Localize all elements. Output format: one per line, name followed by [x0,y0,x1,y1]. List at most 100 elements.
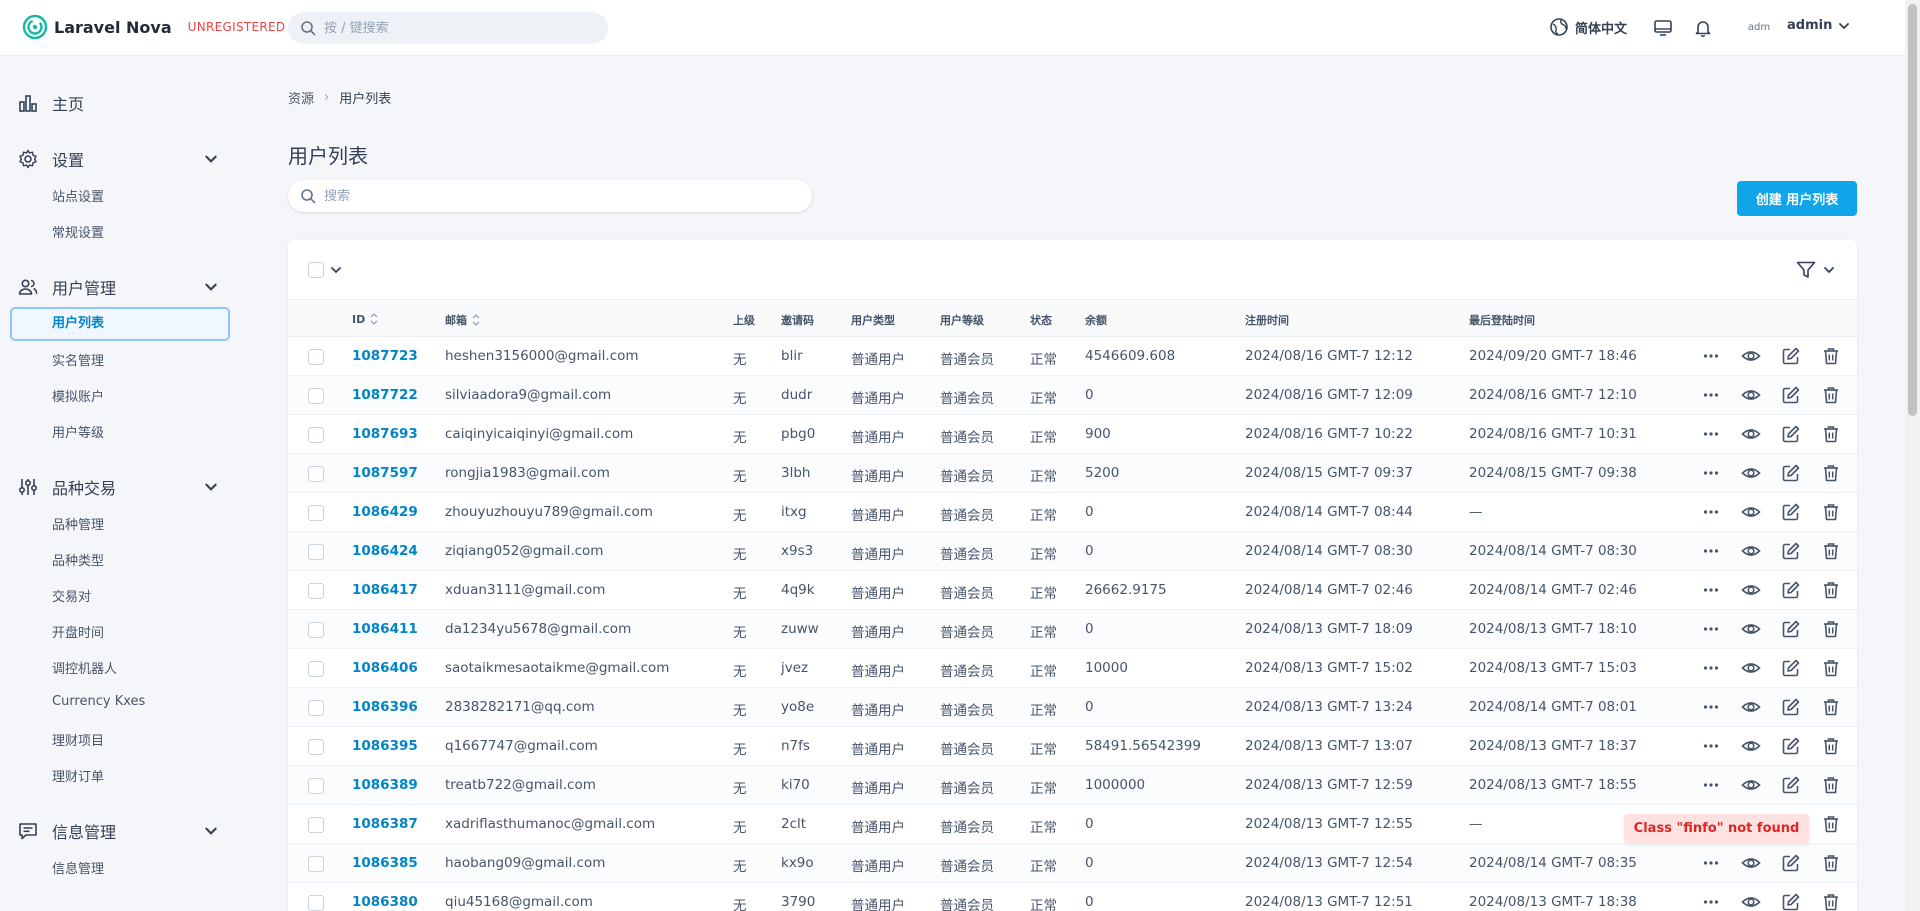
delete-button[interactable] [1820,501,1842,523]
more-actions-button[interactable] [1700,891,1722,911]
cell-id[interactable]: 1086395 [352,738,418,754]
edit-button[interactable] [1780,657,1802,679]
delete-button[interactable] [1820,852,1842,874]
column-id[interactable]: ID [352,312,379,326]
table-row[interactable]: 1086385haobang09@gmail.com无kx9o普通用户普通会员正… [288,844,1857,883]
row-checkbox[interactable] [308,544,324,560]
view-button[interactable] [1740,345,1762,367]
row-checkbox[interactable] [308,700,324,716]
cell-id[interactable]: 1086429 [352,504,418,520]
delete-button[interactable] [1820,462,1842,484]
edit-button[interactable] [1780,891,1802,911]
edit-button[interactable] [1780,852,1802,874]
sidebar-item-control-robot[interactable]: 调控机器人 [52,658,117,677]
delete-button[interactable] [1820,657,1842,679]
delete-button[interactable] [1820,579,1842,601]
view-button[interactable] [1740,579,1762,601]
delete-button[interactable] [1820,384,1842,406]
chevron-down-icon[interactable] [330,264,342,276]
more-actions-button[interactable] [1700,384,1722,406]
row-checkbox[interactable] [308,778,324,794]
delete-button[interactable] [1820,813,1842,835]
edit-button[interactable] [1780,735,1802,757]
sidebar-item-currency-kxes[interactable]: Currency Kxes [52,694,145,709]
cell-id[interactable]: 1087597 [352,465,418,481]
sidebar-item-home[interactable]: 主页 [18,89,218,117]
cell-id[interactable]: 1086385 [352,855,418,871]
select-all[interactable] [308,262,342,278]
cell-id[interactable]: 1086406 [352,660,418,676]
delete-button[interactable] [1820,618,1842,640]
view-button[interactable] [1740,423,1762,445]
view-button[interactable] [1740,696,1762,718]
sidebar-group-trading[interactable]: 品种交易 [18,473,218,501]
edit-button[interactable] [1780,579,1802,601]
more-actions-button[interactable] [1700,540,1722,562]
sidebar-item-verification[interactable]: 实名管理 [52,350,104,369]
table-row[interactable]: 1086429zhouyuzhouyu789@gmail.com无itxg普通用… [288,493,1857,532]
sidebar-item-general-settings[interactable]: 常规设置 [52,222,104,241]
edit-button[interactable] [1780,462,1802,484]
more-actions-button[interactable] [1700,735,1722,757]
resource-search[interactable] [288,180,812,212]
edit-button[interactable] [1780,696,1802,718]
more-actions-button[interactable] [1700,501,1722,523]
resource-search-input[interactable] [324,189,784,204]
cell-id[interactable]: 1086396 [352,699,418,715]
table-row[interactable]: 1087722silviaadora9@gmail.com无dudr普通用户普通… [288,376,1857,415]
row-checkbox[interactable] [308,349,324,365]
row-checkbox[interactable] [308,895,324,911]
more-actions-button[interactable] [1700,462,1722,484]
column-email[interactable]: 邮箱 [445,312,481,328]
sidebar-group-info-management[interactable]: 信息管理 [18,817,218,845]
select-all-checkbox[interactable] [308,262,324,278]
global-search[interactable] [288,12,608,44]
user-menu[interactable]: admin [1787,18,1850,33]
sidebar-item-wealth-products[interactable]: 理财项目 [52,730,104,749]
more-actions-button[interactable] [1700,345,1722,367]
sidebar-item-wealth-orders[interactable]: 理财订单 [52,766,104,785]
global-search-input[interactable] [324,21,584,36]
view-button[interactable] [1740,657,1762,679]
row-checkbox[interactable] [308,661,324,677]
sidebar-item-user-list[interactable]: 用户列表 [10,307,230,341]
edit-button[interactable] [1780,618,1802,640]
cell-id[interactable]: 1086411 [352,621,418,637]
edit-button[interactable] [1780,540,1802,562]
sidebar-item-info-management[interactable]: 信息管理 [52,858,104,877]
row-checkbox[interactable] [308,856,324,872]
more-actions-button[interactable] [1700,618,1722,640]
edit-button[interactable] [1780,423,1802,445]
sidebar-item-opening-hours[interactable]: 开盘时间 [52,622,104,641]
sidebar-item-trading-pairs[interactable]: 交易对 [52,586,91,605]
view-button[interactable] [1740,540,1762,562]
sidebar-group-user-management[interactable]: 用户管理 [18,273,218,301]
delete-button[interactable] [1820,540,1842,562]
view-button[interactable] [1740,462,1762,484]
table-row[interactable]: 1086411da1234yu5678@gmail.com无zuww普通用户普通… [288,610,1857,649]
edit-button[interactable] [1780,501,1802,523]
table-row[interactable]: 10863962838282171@qq.com无yo8e普通用户普通会员正常0… [288,688,1857,727]
create-user-button[interactable]: 创建 用户列表 [1737,181,1857,216]
edit-button[interactable] [1780,384,1802,406]
table-row[interactable]: 1087693caiqinyicaiqinyi@gmail.com无pbg0普通… [288,415,1857,454]
more-actions-button[interactable] [1700,852,1722,874]
table-row[interactable]: 1086389treatb722@gmail.com无ki70普通用户普通会员正… [288,766,1857,805]
cell-id[interactable]: 1086389 [352,777,418,793]
notifications-button[interactable] [1692,17,1714,39]
delete-button[interactable] [1820,345,1842,367]
more-actions-button[interactable] [1700,696,1722,718]
delete-button[interactable] [1820,891,1842,911]
more-actions-button[interactable] [1700,657,1722,679]
sidebar-item-demo-accounts[interactable]: 模拟账户 [52,386,104,405]
cell-id[interactable]: 1086424 [352,543,418,559]
more-actions-button[interactable] [1700,423,1722,445]
cell-id[interactable]: 1087693 [352,426,418,442]
view-button[interactable] [1740,852,1762,874]
row-checkbox[interactable] [308,622,324,638]
table-row[interactable]: 1086395q1667747@gmail.com无n7fs普通用户普通会员正常… [288,727,1857,766]
language-switcher[interactable]: 简体中文 [1549,17,1627,37]
sidebar-item-user-levels[interactable]: 用户等级 [52,422,104,441]
cell-id[interactable]: 1086380 [352,894,418,910]
table-row[interactable]: 1086424ziqiang052@gmail.com无x9s3普通用户普通会员… [288,532,1857,571]
